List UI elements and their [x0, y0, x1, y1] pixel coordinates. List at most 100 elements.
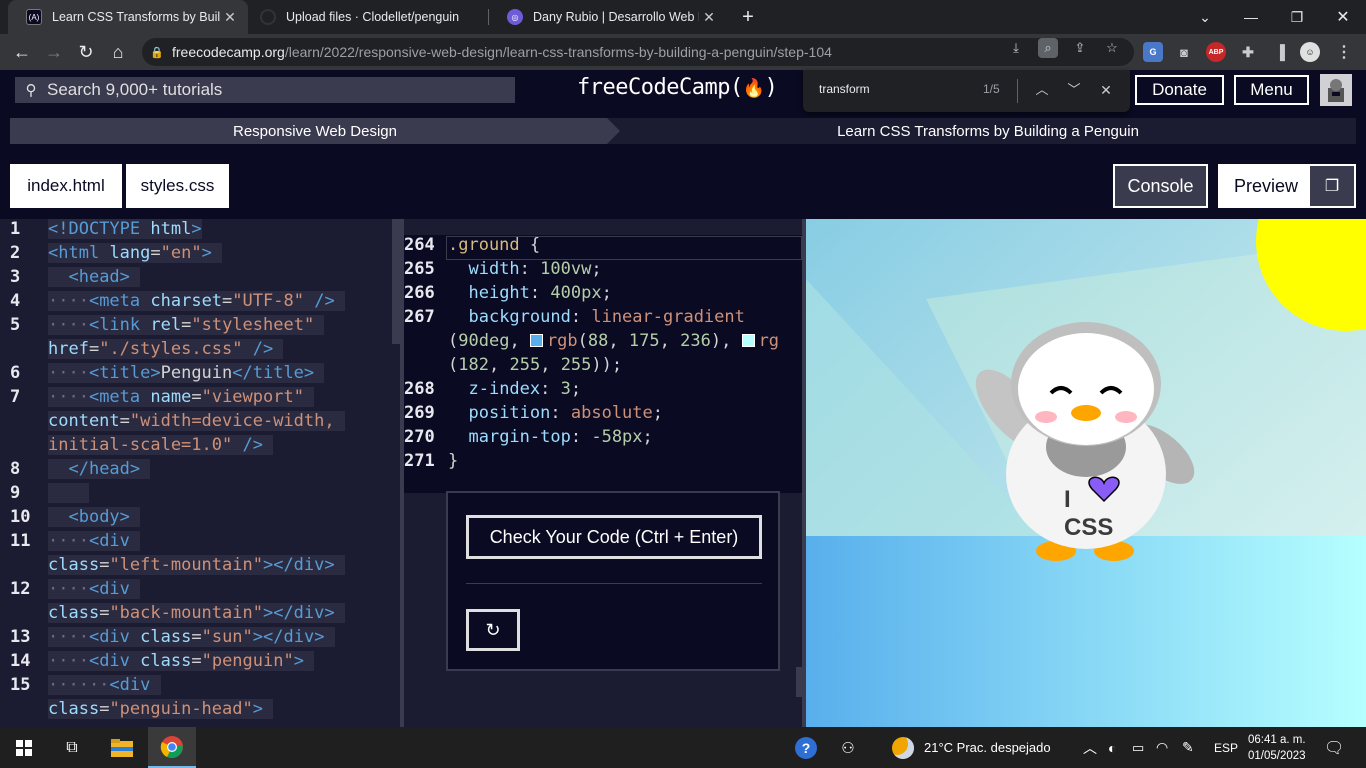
- color-swatch[interactable]: [529, 334, 543, 347]
- help-icon[interactable]: ?: [792, 727, 820, 768]
- popout-preview-icon[interactable]: ❐: [1310, 166, 1354, 206]
- people-icon[interactable]: ⚇: [834, 727, 862, 768]
- code-line: ····<link rel="stylesheet": [48, 315, 325, 335]
- preview-pane[interactable]: I CSS: [806, 219, 1366, 727]
- find-close-icon[interactable]: ✕: [1095, 79, 1117, 101]
- profile-avatar[interactable]: ☺: [1300, 42, 1320, 62]
- code-line: ····<meta charset="UTF-8" />: [48, 291, 345, 311]
- adblock-extension-icon[interactable]: ABP: [1206, 42, 1226, 62]
- windows-taskbar: ⧉ ? ⚇ 21°C Prac. despejado ︿ ◐ ▭ ◠ ✎ ESP…: [0, 727, 1366, 768]
- code-line: (90deg, rgb(88, 175, 236), rg: [448, 331, 780, 351]
- language-indicator[interactable]: ESP: [1214, 727, 1238, 768]
- breadcrumb-superblock[interactable]: Responsive Web Design: [10, 118, 620, 144]
- html-editor-scrollbar[interactable]: [392, 219, 400, 344]
- line-number: 265: [404, 259, 435, 279]
- tab-title: Dany Rubio | Desarrollo Web Fron: [533, 10, 699, 24]
- find-prev-icon[interactable]: ︿: [1031, 79, 1053, 101]
- html-editor[interactable]: 1 2 3 4 5 6 7 8 9 10 11 12 13 14 15 <!DO…: [0, 219, 400, 727]
- penguin-beak: [1071, 405, 1101, 421]
- search-bar[interactable]: ⚲: [15, 77, 515, 103]
- close-window-icon[interactable]: ✕: [1320, 0, 1366, 34]
- line-number: 5: [10, 315, 21, 335]
- file-explorer-icon[interactable]: [98, 727, 146, 768]
- url-text[interactable]: freecodecamp.org/learn/2022/responsive-w…: [172, 44, 832, 60]
- install-icon[interactable]: ⤓: [1006, 38, 1026, 58]
- site-icon: ◎: [507, 9, 523, 25]
- find-in-page-bar: 1/5 ︿ ﹀ ✕: [803, 70, 1130, 112]
- chrome-taskbar-icon[interactable]: [148, 727, 196, 768]
- check-code-button[interactable]: Check Your Code (Ctrl + Enter): [466, 515, 762, 559]
- side-panel-icon[interactable]: ▐: [1270, 42, 1290, 62]
- tray-app-icon[interactable]: ◐: [1108, 727, 1116, 768]
- line-number: 270: [404, 427, 435, 447]
- translate-extension-icon[interactable]: G: [1143, 42, 1163, 62]
- code-line: initial-scale=1.0" />: [48, 435, 274, 455]
- code-line: ····<meta name="viewport": [48, 387, 315, 407]
- line-number: 3: [10, 267, 21, 287]
- chrome-menu-icon[interactable]: ⋮: [1334, 42, 1354, 62]
- line-number: 13: [10, 627, 31, 647]
- tab-styles-css[interactable]: styles.css: [126, 164, 229, 208]
- browser-tab[interactable]: ◎ Dany Rubio | Desarrollo Web Fron ✕: [489, 0, 727, 34]
- restore-icon[interactable]: ❐: [1274, 0, 1320, 34]
- pen-icon[interactable]: ✎: [1182, 727, 1194, 768]
- fcc-logo[interactable]: freeCodeCamp(🔥): [577, 75, 778, 100]
- camera-extension-icon[interactable]: ◙: [1174, 42, 1194, 62]
- new-tab-button[interactable]: +: [725, 0, 771, 34]
- clock[interactable]: 06:41 a. m. 01/05/2023: [1248, 732, 1306, 764]
- breadcrumb-block[interactable]: Learn CSS Transforms by Building a Pengu…: [620, 118, 1356, 144]
- close-tab-icon[interactable]: ✕: [699, 9, 719, 26]
- share-icon[interactable]: ⇪: [1070, 38, 1090, 58]
- code-line: ····<div: [48, 579, 141, 599]
- reset-button[interactable]: ↻: [466, 609, 520, 651]
- browser-tab-active[interactable]: (A) Learn CSS Transforms by Building ✕: [8, 0, 248, 34]
- browser-tab[interactable]: Upload files · Clodellet/penguin: [242, 0, 488, 34]
- user-avatar[interactable]: [1320, 74, 1352, 106]
- find-next-icon[interactable]: ﹀: [1063, 79, 1085, 101]
- minimize-icon[interactable]: —: [1228, 0, 1274, 34]
- penguin-scene: I CSS: [806, 219, 1366, 727]
- windows-start-icon[interactable]: [0, 727, 48, 768]
- line-number: 10: [10, 507, 31, 527]
- bookmark-star-icon[interactable]: ☆: [1102, 38, 1122, 58]
- donate-button[interactable]: Donate: [1135, 75, 1224, 105]
- code-line: [48, 483, 89, 503]
- tab-index-html[interactable]: index.html: [10, 164, 122, 208]
- extensions-puzzle-icon[interactable]: ✚: [1238, 42, 1258, 62]
- forward-icon[interactable]: →: [38, 34, 70, 70]
- menu-button[interactable]: Menu: [1234, 75, 1309, 105]
- home-icon[interactable]: ⌂: [102, 34, 134, 70]
- preview-button[interactable]: Preview ❐: [1218, 164, 1356, 208]
- wifi-icon[interactable]: ◠: [1156, 727, 1168, 768]
- css-editor[interactable]: 264 265 266 267 268 269 270 271 .ground …: [404, 235, 802, 493]
- code-line: ····<div class="penguin">: [48, 651, 315, 671]
- notifications-icon[interactable]: 🗨: [1324, 727, 1344, 768]
- battery-icon[interactable]: ▭: [1132, 727, 1144, 768]
- color-swatch[interactable]: [741, 334, 755, 347]
- line-number: 269: [404, 403, 435, 423]
- find-icon[interactable]: ⌕: [1038, 38, 1058, 58]
- address-bar[interactable]: 🔒 freecodecamp.org/learn/2022/responsive…: [142, 38, 1134, 66]
- find-input[interactable]: [819, 82, 969, 96]
- code-line: class="left-mountain"></div>: [48, 555, 345, 575]
- tab-search-icon[interactable]: ⌄: [1182, 0, 1228, 34]
- penguin-right-cheek: [1115, 411, 1137, 423]
- code-line: background: linear-gradient: [468, 307, 745, 327]
- breadcrumb: Responsive Web Design Learn CSS Transfor…: [10, 118, 1356, 144]
- browser-tab-strip: (A) Learn CSS Transforms by Building ✕ U…: [0, 0, 1366, 34]
- reload-icon[interactable]: ↻: [70, 34, 102, 70]
- back-icon[interactable]: ←: [6, 34, 38, 70]
- console-button[interactable]: Console: [1113, 164, 1208, 208]
- close-tab-icon[interactable]: ✕: [220, 9, 240, 26]
- code-line: width: 100vw;: [468, 259, 602, 279]
- code-line: <body>: [48, 507, 141, 527]
- penguin-text-css: CSS: [1064, 514, 1113, 541]
- ground: [806, 536, 1366, 727]
- code-line: z-index: 3;: [468, 379, 582, 399]
- tab-title: Upload files · Clodellet/penguin: [286, 10, 460, 24]
- weather-widget[interactable]: 21°C Prac. despejado: [892, 727, 1051, 768]
- search-input[interactable]: [47, 80, 497, 100]
- tray-chevron-icon[interactable]: ︿: [1083, 727, 1097, 768]
- search-icon: ⚲: [25, 82, 37, 99]
- task-view-icon[interactable]: ⧉: [48, 727, 96, 768]
